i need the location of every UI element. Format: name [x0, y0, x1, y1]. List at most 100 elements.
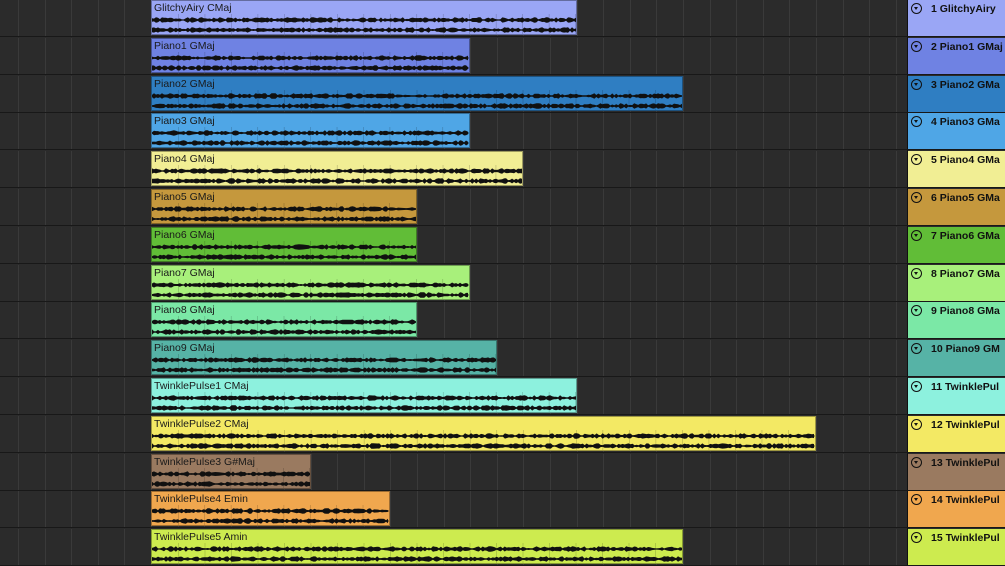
- bar-gridline: [843, 76, 844, 113]
- bar-gridline: [869, 0, 870, 37]
- track-name[interactable]: 15 TwinklePul: [931, 532, 1000, 544]
- bar-gridline: [444, 227, 445, 264]
- fold-toggle-icon[interactable]: [911, 494, 922, 505]
- bar-gridline: [417, 302, 418, 339]
- track-name[interactable]: 3 Piano2 GMa: [931, 79, 1000, 91]
- bar-gridline: [869, 76, 870, 113]
- track-lane[interactable]: [0, 491, 907, 528]
- bar-gridline: [630, 302, 631, 339]
- track-header[interactable]: 5 Piano4 GMa: [908, 151, 1005, 188]
- fold-toggle-icon[interactable]: [911, 79, 922, 90]
- audio-clip[interactable]: TwinklePulse3 G#Maj: [151, 454, 311, 489]
- track-header[interactable]: 10 Piano9 GM: [908, 340, 1005, 377]
- track-header[interactable]: 3 Piano2 GMa: [908, 76, 1005, 113]
- bar-gridline: [896, 454, 897, 491]
- bar-gridline: [763, 529, 764, 565]
- bar-gridline: [896, 76, 897, 113]
- bar-gridline: [869, 302, 870, 339]
- lane-separator: [0, 490, 1005, 491]
- track-name[interactable]: 11 TwinklePul: [931, 381, 999, 393]
- bar-gridline: [843, 227, 844, 264]
- audio-clip[interactable]: Piano1 GMaj: [151, 38, 470, 73]
- track-header[interactable]: 11 TwinklePul: [908, 378, 1005, 415]
- audio-clip[interactable]: Piano4 GMaj: [151, 151, 523, 186]
- track-lane[interactable]: [0, 189, 907, 226]
- fold-toggle-icon[interactable]: [911, 532, 922, 543]
- bar-gridline: [763, 151, 764, 188]
- fold-toggle-icon[interactable]: [911, 268, 922, 279]
- audio-clip[interactable]: TwinklePulse4 Emin: [151, 491, 390, 526]
- bar-gridline: [98, 340, 99, 377]
- track-name[interactable]: 13 TwinklePul: [931, 457, 1000, 469]
- audio-clip[interactable]: TwinklePulse1 CMaj: [151, 378, 577, 413]
- track-header[interactable]: 4 Piano3 GMa: [908, 113, 1005, 150]
- track-name[interactable]: 7 Piano6 GMa: [931, 230, 1000, 242]
- track-name[interactable]: 8 Piano7 GMa: [931, 268, 1000, 280]
- track-header[interactable]: 15 TwinklePul: [908, 529, 1005, 566]
- track-name[interactable]: 2 Piano1 GMaj: [931, 41, 1003, 53]
- bar-gridline: [577, 302, 578, 339]
- fold-toggle-icon[interactable]: [911, 419, 922, 430]
- clip-name: Piano1 GMaj: [154, 40, 215, 52]
- track-header[interactable]: 2 Piano1 GMaj: [908, 38, 1005, 75]
- fold-toggle-icon[interactable]: [911, 343, 922, 354]
- bar-gridline: [763, 189, 764, 226]
- track-header[interactable]: 13 TwinklePul: [908, 454, 1005, 491]
- bar-gridline: [763, 265, 764, 302]
- track-header[interactable]: 8 Piano7 GMa: [908, 265, 1005, 302]
- fold-toggle-icon[interactable]: [911, 192, 922, 203]
- arrangement-view[interactable]: GlitchyAiry CMaj Piano1 GMaj Piano2 GMaj Pi…: [0, 0, 907, 565]
- bar-gridline: [843, 189, 844, 226]
- fold-toggle-icon[interactable]: [911, 3, 922, 14]
- bar-gridline: [71, 76, 72, 113]
- audio-clip[interactable]: Piano7 GMaj: [151, 265, 470, 300]
- track-name[interactable]: 9 Piano8 GMa: [931, 305, 1000, 317]
- audio-clip[interactable]: TwinklePulse2 CMaj: [151, 416, 816, 451]
- track-name[interactable]: 5 Piano4 GMa: [931, 154, 1000, 166]
- track-name[interactable]: 4 Piano3 GMa: [931, 116, 1000, 128]
- track-header[interactable]: 6 Piano5 GMa: [908, 189, 1005, 226]
- track-lane[interactable]: [0, 454, 907, 491]
- audio-clip[interactable]: Piano3 GMaj: [151, 113, 470, 148]
- audio-clip[interactable]: GlitchyAiry CMaj: [151, 0, 577, 35]
- audio-clip[interactable]: Piano5 GMaj: [151, 189, 417, 224]
- bar-gridline: [18, 151, 19, 188]
- bar-gridline: [763, 113, 764, 150]
- track-name[interactable]: 1 GlitchyAiry: [931, 3, 996, 15]
- bar-gridline: [736, 0, 737, 37]
- fold-toggle-icon[interactable]: [911, 230, 922, 241]
- track-lane[interactable]: [0, 302, 907, 339]
- bar-gridline: [630, 340, 631, 377]
- track-header[interactable]: 9 Piano8 GMa: [908, 302, 1005, 339]
- audio-clip[interactable]: Piano2 GMaj: [151, 76, 683, 111]
- bar-gridline: [71, 265, 72, 302]
- fold-toggle-icon[interactable]: [911, 116, 922, 127]
- audio-clip[interactable]: Piano9 GMaj: [151, 340, 497, 375]
- bar-gridline: [98, 38, 99, 75]
- bar-gridline: [417, 454, 418, 491]
- audio-clip[interactable]: Piano8 GMaj: [151, 302, 417, 337]
- track-name[interactable]: 6 Piano5 GMa: [931, 192, 1000, 204]
- fold-toggle-icon[interactable]: [911, 381, 922, 392]
- audio-clip[interactable]: Piano6 GMaj: [151, 227, 417, 262]
- bar-gridline: [869, 113, 870, 150]
- audio-clip[interactable]: TwinklePulse5 Amin: [151, 529, 683, 564]
- track-header[interactable]: 12 TwinklePul: [908, 416, 1005, 453]
- track-name[interactable]: 12 TwinklePul: [931, 419, 1000, 431]
- track-lane[interactable]: [0, 227, 907, 264]
- fold-toggle-icon[interactable]: [911, 41, 922, 52]
- waveform: [152, 468, 310, 488]
- track-header[interactable]: 14 TwinklePul: [908, 491, 1005, 528]
- bar-gridline: [71, 454, 72, 491]
- bar-gridline: [71, 529, 72, 565]
- track-header[interactable]: 7 Piano6 GMa: [908, 227, 1005, 264]
- bar-gridline: [550, 302, 551, 339]
- track-name[interactable]: 10 Piano9 GM: [931, 343, 1000, 355]
- bar-gridline: [98, 302, 99, 339]
- fold-toggle-icon[interactable]: [911, 154, 922, 165]
- fold-toggle-icon[interactable]: [911, 305, 922, 316]
- fold-toggle-icon[interactable]: [911, 457, 922, 468]
- track-name[interactable]: 14 TwinklePul: [931, 494, 1000, 506]
- track-header[interactable]: 1 GlitchyAiry: [908, 0, 1005, 37]
- bar-gridline: [603, 378, 604, 415]
